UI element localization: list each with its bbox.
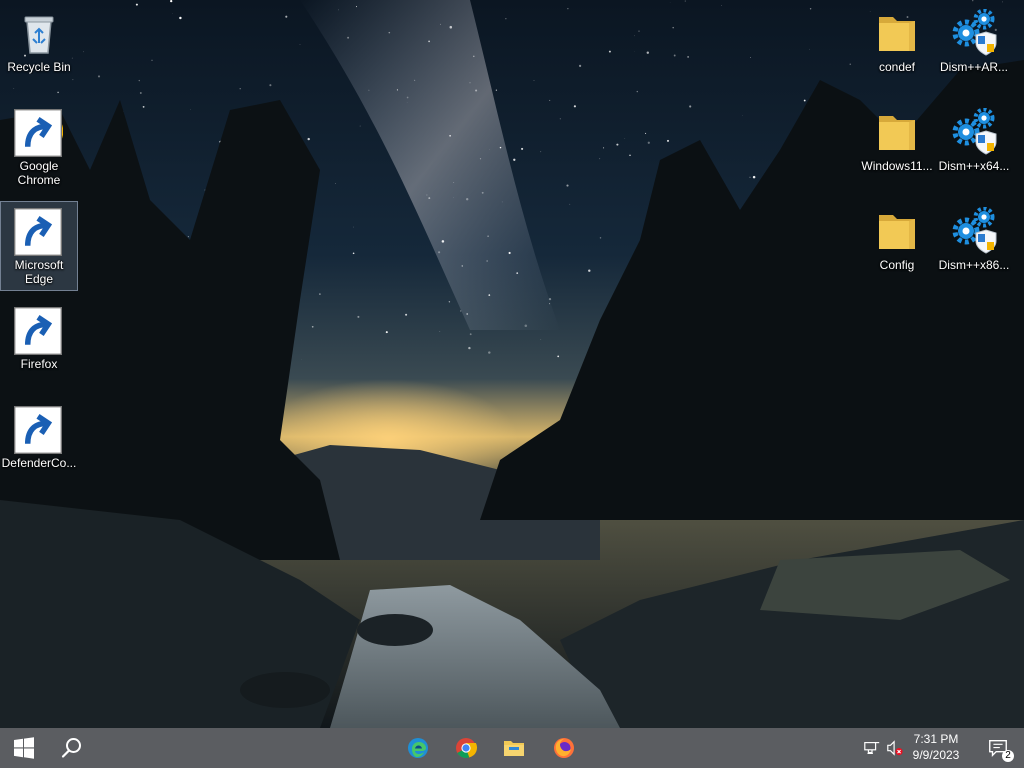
taskbar: 7:31 PM 9/9/2023 2	[0, 728, 1024, 768]
folder-icon	[872, 8, 922, 58]
windows-logo-icon	[14, 737, 34, 759]
desktop-icon-folder[interactable]: Windows11...	[859, 103, 935, 191]
shortcut-arrow-icon	[14, 406, 62, 454]
desktop-icon-recycle-bin[interactable]: Recycle Bin	[1, 4, 77, 92]
defender-control-icon	[14, 404, 64, 454]
desktop-icon-defender-control[interactable]: DefenderCo...	[1, 400, 77, 488]
action-center-button[interactable]: 2	[980, 732, 1016, 764]
taskbar-edge-button[interactable]	[394, 728, 442, 768]
taskbar-file-explorer-button[interactable]	[490, 728, 538, 768]
shortcut-arrow-icon	[14, 208, 62, 256]
desktop-icon-label: Config	[879, 258, 915, 272]
search-button[interactable]	[48, 728, 96, 768]
folder-icon	[872, 206, 922, 256]
desktop-icon-label: Recycle Bin	[7, 60, 71, 74]
edge-icon	[14, 206, 64, 256]
shortcut-arrow-icon	[14, 307, 62, 355]
recycle-bin-icon	[14, 8, 64, 58]
folder-icon	[872, 107, 922, 157]
edge-icon	[408, 738, 428, 758]
search-icon	[61, 738, 81, 758]
desktop-icon-label: Dism++x86...	[938, 258, 1010, 272]
desktop-icon-label: Windows11...	[861, 159, 933, 173]
desktop-icon-label: Dism++x64...	[938, 159, 1010, 173]
firefox-icon	[554, 738, 574, 758]
desktop-icon-label: condef	[878, 60, 916, 74]
desktop[interactable]: Recycle Bin Google Chrome Microsoft Edge Fi…	[0, 0, 1024, 728]
shortcut-arrow-icon	[14, 109, 62, 157]
desktop-icon-chrome[interactable]: Google Chrome	[1, 103, 77, 191]
desktop-icon-dism-gear[interactable]: Dism++AR...	[936, 4, 1012, 92]
notification-count: 2	[1002, 750, 1014, 762]
volume-button[interactable]	[885, 738, 905, 758]
desktop-icon-edge[interactable]: Microsoft Edge	[0, 201, 78, 291]
clock[interactable]: 7:31 PM 9/9/2023	[906, 731, 966, 763]
dism-gear-icon	[949, 206, 999, 256]
firefox-icon	[14, 305, 64, 355]
clock-time: 7:31 PM	[913, 732, 959, 746]
network-disconnected-icon	[864, 742, 880, 754]
desktop-icon-label: Google Chrome	[17, 159, 61, 187]
desktop-icon-label: Dism++AR...	[939, 60, 1008, 74]
file-explorer-icon	[504, 741, 524, 756]
taskbar-firefox-button[interactable]	[540, 728, 588, 768]
desktop-icon-label: DefenderCo...	[1, 456, 77, 470]
desktop-icon-folder[interactable]: condef	[859, 4, 935, 92]
start-button[interactable]	[0, 728, 48, 768]
desktop-icon-dism-gear[interactable]: Dism++x86...	[936, 202, 1012, 290]
network-status-button[interactable]	[862, 738, 882, 758]
desktop-icon-folder[interactable]: Config	[859, 202, 935, 290]
desktop-icon-label: Microsoft Edge	[14, 258, 64, 286]
dism-gear-icon	[949, 8, 999, 58]
desktop-icon-dism-gear[interactable]: Dism++x64...	[936, 103, 1012, 191]
chrome-icon	[14, 107, 64, 157]
desktop-icon-firefox[interactable]: Firefox	[1, 301, 77, 389]
volume-muted-icon	[887, 740, 903, 756]
dism-gear-icon	[949, 107, 999, 157]
taskbar-chrome-button[interactable]	[442, 728, 490, 768]
desktop-icon-label: Firefox	[20, 357, 58, 371]
clock-date: 9/9/2023	[912, 748, 960, 762]
chrome-icon	[456, 738, 478, 758]
